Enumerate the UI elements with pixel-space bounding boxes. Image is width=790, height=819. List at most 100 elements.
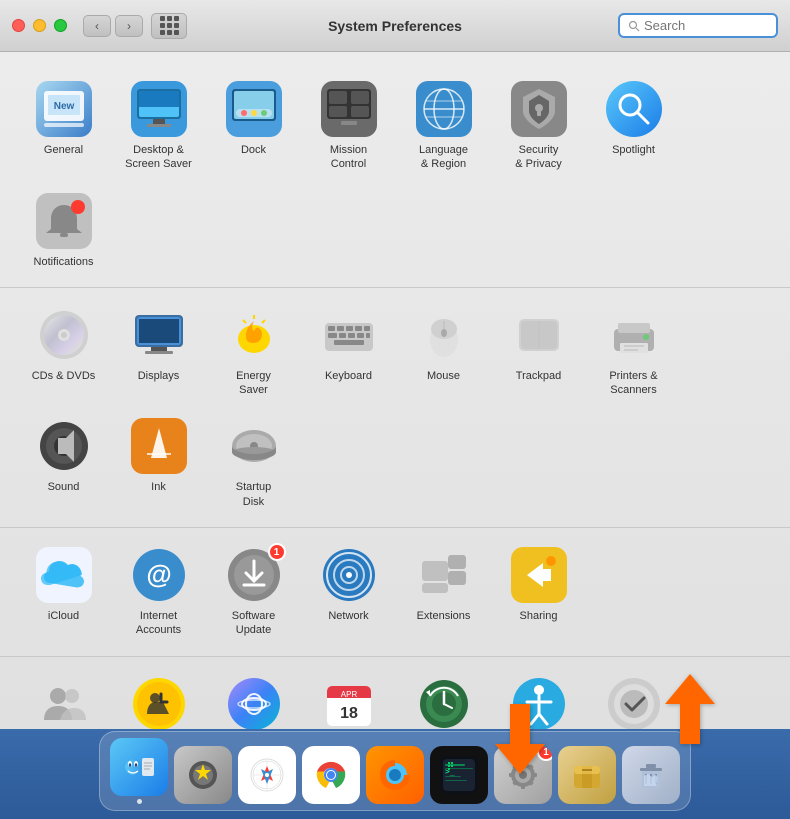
software-update-label: SoftwareUpdate <box>232 609 275 638</box>
dock-icon <box>225 80 283 138</box>
pref-item-ink[interactable]: Ink <box>111 407 206 519</box>
maximize-button[interactable] <box>54 19 67 32</box>
dock-item-iterm[interactable]: >_ <box>430 746 488 804</box>
close-button[interactable] <box>12 19 25 32</box>
dock-item-firefox[interactable] <box>366 746 424 804</box>
startup-label: StartupDisk <box>236 480 271 509</box>
window-title: System Preferences <box>328 18 462 34</box>
energy-icon <box>225 306 283 364</box>
pref-item-date-time[interactable]: 18 APR Date & Time <box>301 665 396 729</box>
titlebar: ‹ › System Preferences <box>0 0 790 52</box>
svg-text:18: 18 <box>340 705 358 722</box>
internet-accounts-label: InternetAccounts <box>136 609 181 638</box>
pref-item-notifications[interactable]: Notifications <box>16 182 111 279</box>
pref-item-time-machine[interactable]: TimeMachine <box>396 665 491 729</box>
dock-area: >_ <box>0 729 790 819</box>
icloud-label: iCloud <box>48 609 79 623</box>
software-update-badge: 1 <box>268 543 286 561</box>
parental-icon <box>130 675 188 729</box>
pref-item-security[interactable]: Security& Privacy <box>491 70 586 182</box>
pref-item-dock[interactable]: Dock <box>206 70 301 182</box>
section-internet: iCloud @ InternetAccounts <box>0 528 790 657</box>
dock-item-trash[interactable] <box>622 746 680 804</box>
extensions-icon <box>415 546 473 604</box>
pref-item-network[interactable]: Network <box>301 536 396 648</box>
dock-item-launchpad[interactable] <box>174 746 232 804</box>
dock-item-finder[interactable] <box>110 738 168 804</box>
pref-item-spotlight[interactable]: Spotlight <box>586 70 681 182</box>
internet-items-grid: iCloud @ InternetAccounts <box>16 536 774 648</box>
grid-icon <box>160 16 179 35</box>
section-personal: New General Desktop &Scr <box>0 62 790 288</box>
pref-item-trackpad[interactable]: Trackpad <box>491 296 586 408</box>
cds-icon <box>35 306 93 364</box>
search-bar[interactable] <box>618 13 778 38</box>
desktop-icon <box>130 80 188 138</box>
printers-icon <box>605 306 663 364</box>
pref-item-mouse[interactable]: Mouse <box>396 296 491 408</box>
chrome-icon <box>302 746 360 804</box>
pref-item-energy[interactable]: EnergySaver <box>206 296 301 408</box>
notifications-label: Notifications <box>34 255 94 269</box>
security-label: Security& Privacy <box>515 143 561 172</box>
dock-item-safari[interactable] <box>238 746 296 804</box>
hardware-items-grid: CDs & DVDs Displays <box>16 296 774 519</box>
ink-icon <box>130 417 188 475</box>
language-icon <box>415 80 473 138</box>
pref-item-icloud[interactable]: iCloud <box>16 536 111 648</box>
pref-item-internet-accounts[interactable]: @ InternetAccounts <box>111 536 206 648</box>
search-icon <box>628 20 640 32</box>
pref-item-sound[interactable]: Sound <box>16 407 111 519</box>
dock-item-boxflat[interactable] <box>558 746 616 804</box>
back-button[interactable]: ‹ <box>83 15 111 37</box>
profiles-icon <box>605 675 663 729</box>
preferences-content: New General Desktop &Scr <box>0 52 790 729</box>
spotlight-label: Spotlight <box>612 143 655 157</box>
dock-item-chrome[interactable] <box>302 746 360 804</box>
mission-label: MissionControl <box>330 143 367 172</box>
section-system: Users &Groups ParentalControls <box>0 657 790 729</box>
pref-item-cds[interactable]: CDs & DVDs <box>16 296 111 408</box>
pref-item-keyboard[interactable]: Keyboard <box>301 296 396 408</box>
extensions-label: Extensions <box>417 609 471 623</box>
pref-item-desktop[interactable]: Desktop &Screen Saver <box>111 70 206 182</box>
dock-item-system-prefs[interactable]: 1 <box>494 746 552 804</box>
window-controls <box>12 19 67 32</box>
svg-text:New: New <box>53 101 74 112</box>
time-machine-icon <box>415 675 473 729</box>
minimize-button[interactable] <box>33 19 46 32</box>
finder-icon <box>110 738 168 796</box>
pref-item-mission[interactable]: MissionControl <box>301 70 396 182</box>
firefox-icon <box>366 746 424 804</box>
pref-item-siri[interactable]: Siri <box>206 665 301 729</box>
pref-item-extensions[interactable]: Extensions <box>396 536 491 648</box>
icloud-icon <box>35 546 93 604</box>
grid-view-button[interactable] <box>151 13 187 39</box>
pref-item-startup[interactable]: StartupDisk <box>206 407 301 519</box>
notifications-icon <box>35 192 93 250</box>
security-icon <box>510 80 568 138</box>
language-label: Language& Region <box>419 143 468 172</box>
mouse-icon <box>415 306 473 364</box>
displays-label: Displays <box>138 369 180 383</box>
users-icon <box>35 675 93 729</box>
pref-item-language[interactable]: Language& Region <box>396 70 491 182</box>
pref-item-parental[interactable]: ParentalControls <box>111 665 206 729</box>
pref-item-sharing[interactable]: Sharing <box>491 536 586 648</box>
system-prefs-dock-icon: 1 <box>494 746 552 804</box>
spotlight-icon <box>605 80 663 138</box>
pref-item-profiles[interactable]: Profiles <box>586 665 681 729</box>
personal-items-grid: New General Desktop &Scr <box>16 70 774 279</box>
dock: >_ <box>99 731 691 811</box>
forward-button[interactable]: › <box>115 15 143 37</box>
mouse-label: Mouse <box>427 369 460 383</box>
pref-item-printers[interactable]: Printers &Scanners <box>586 296 681 408</box>
pref-item-accessibility[interactable]: Accessibility <box>491 665 586 729</box>
cds-label: CDs & DVDs <box>32 369 96 383</box>
pref-item-general[interactable]: New General <box>16 70 111 182</box>
search-input[interactable] <box>644 18 764 33</box>
pref-item-software-update[interactable]: 1 SoftwareUpdate <box>206 536 301 648</box>
pref-item-users[interactable]: Users &Groups <box>16 665 111 729</box>
pref-item-displays[interactable]: Displays <box>111 296 206 408</box>
nav-buttons: ‹ › <box>83 15 143 37</box>
